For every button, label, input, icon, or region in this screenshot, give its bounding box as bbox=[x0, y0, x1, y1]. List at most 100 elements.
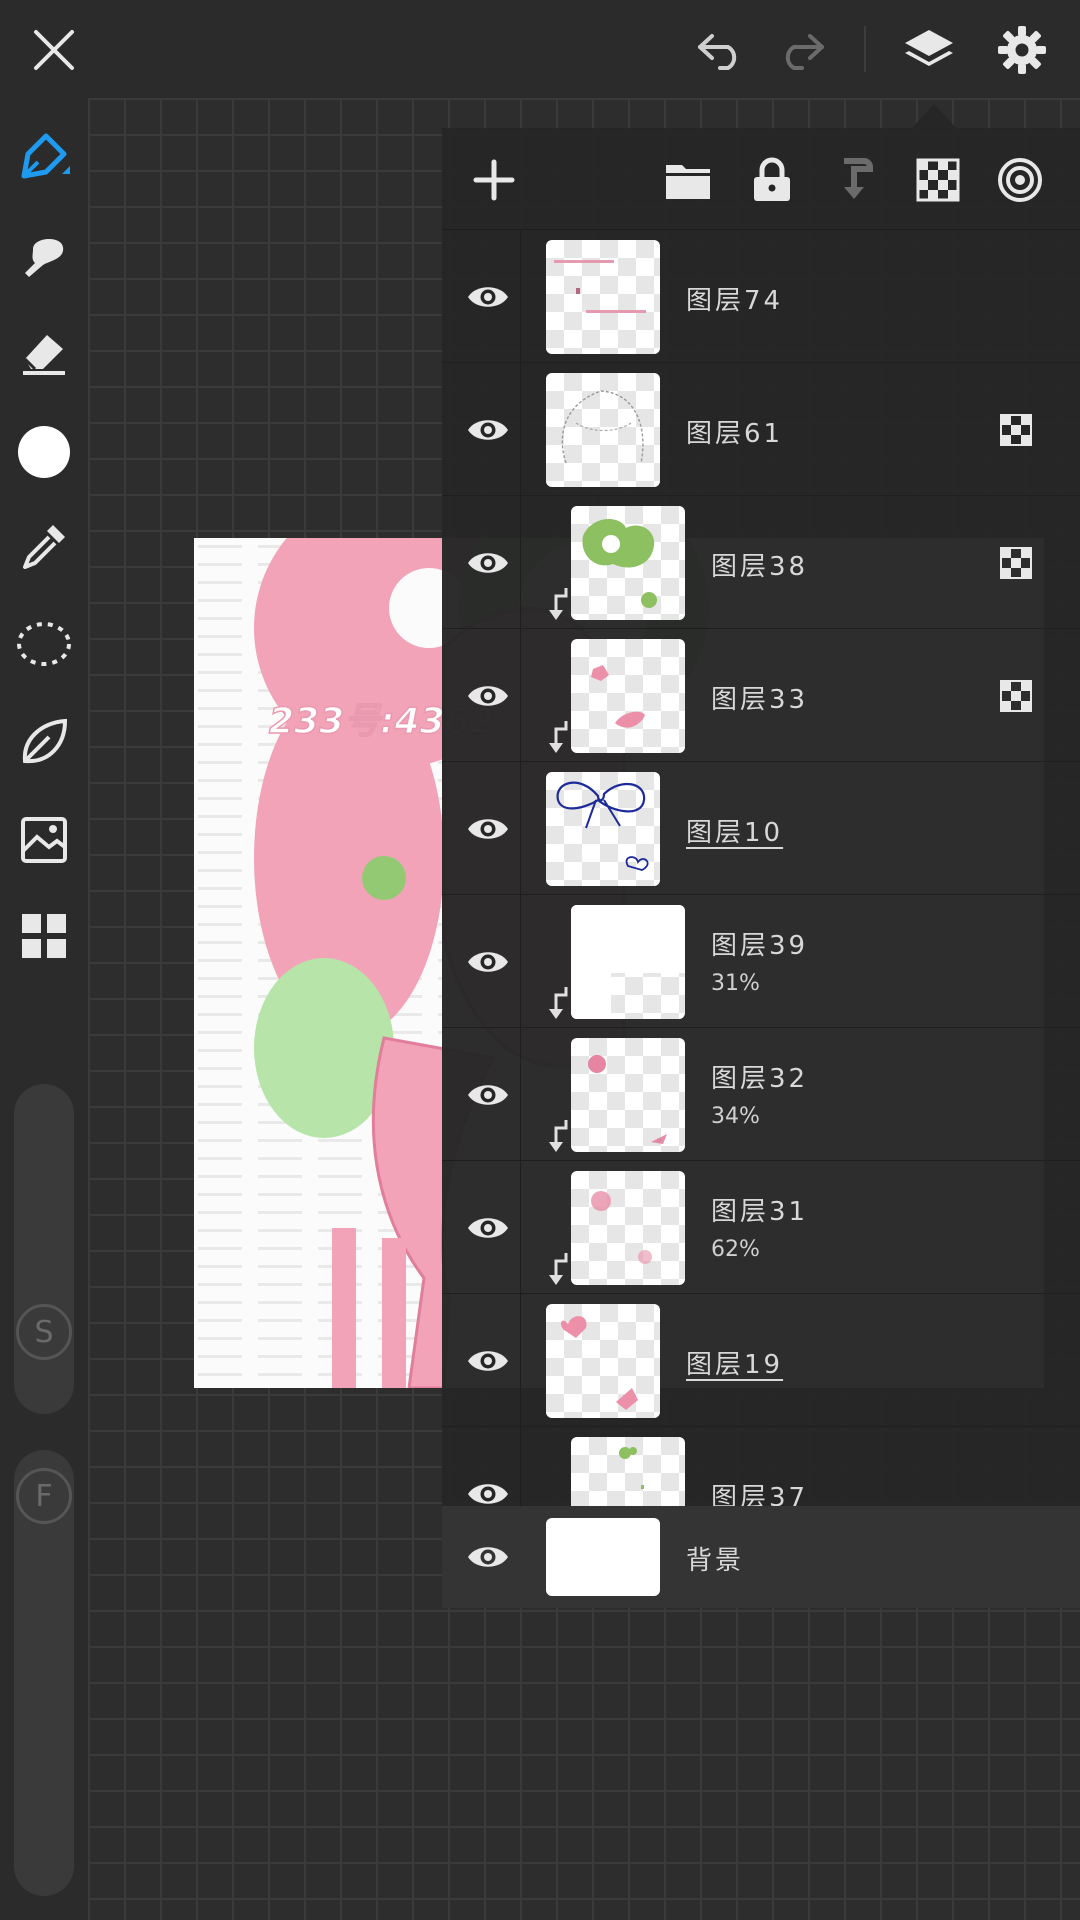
eye-icon[interactable] bbox=[456, 538, 520, 588]
layer-row-divider bbox=[520, 230, 521, 363]
pen-icon bbox=[18, 130, 70, 186]
layer-thumbnail[interactable] bbox=[571, 905, 685, 1019]
app-root: 233号:4362 S F 图层74 图层61 图层38 图层33 图层10 图… bbox=[0, 0, 1080, 1920]
layer-row[interactable]: 图层10 bbox=[442, 762, 1080, 895]
layer-row[interactable]: 图层38 bbox=[442, 496, 1080, 629]
layer-row[interactable]: 图层33 bbox=[442, 629, 1080, 762]
gear-icon[interactable] bbox=[990, 18, 1054, 82]
layer-row[interactable]: 图层37 bbox=[442, 1427, 1080, 1506]
top-bar bbox=[0, 0, 1080, 98]
layer-thumbnail[interactable] bbox=[571, 506, 685, 620]
layer-row[interactable]: 图层32 34% bbox=[442, 1028, 1080, 1161]
eye-icon[interactable] bbox=[456, 671, 520, 721]
color-tool[interactable] bbox=[14, 424, 74, 484]
layer-row-divider bbox=[520, 1427, 521, 1506]
flow-slider-knob[interactable]: F bbox=[16, 1468, 72, 1524]
smudge-icon bbox=[19, 231, 69, 285]
eraser-tool[interactable] bbox=[14, 324, 74, 384]
layer-name: 图层31 bbox=[711, 1197, 809, 1227]
eye-icon[interactable] bbox=[456, 937, 520, 987]
image-import-tool[interactable] bbox=[14, 812, 74, 872]
leaf-tool[interactable] bbox=[14, 714, 74, 774]
layer-thumbnail[interactable] bbox=[546, 772, 660, 886]
eraser-icon bbox=[19, 327, 69, 381]
layer-row[interactable]: 图层31 62% bbox=[442, 1161, 1080, 1294]
layer-list[interactable]: 图层74 图层61 图层38 图层33 图层10 图层39 31% 图层32 34% 图层31 62… bbox=[442, 230, 1080, 1506]
lasso-tool[interactable] bbox=[14, 616, 74, 676]
image-icon bbox=[19, 815, 69, 869]
brush-size-slider[interactable] bbox=[14, 1084, 74, 1414]
clipping-arrow-icon bbox=[544, 586, 574, 626]
layer-thumbnail[interactable] bbox=[571, 1171, 685, 1285]
eye-icon[interactable] bbox=[456, 1203, 520, 1253]
layer-row[interactable]: 图层61 bbox=[442, 363, 1080, 496]
layer-opacity: 31% bbox=[711, 971, 760, 996]
layer-name: 图层61 bbox=[686, 419, 784, 449]
leaf-icon bbox=[19, 717, 69, 771]
layer-thumbnail[interactable] bbox=[546, 373, 660, 487]
eyedropper-icon bbox=[19, 521, 69, 575]
redo-icon[interactable] bbox=[770, 20, 834, 80]
layer-thumbnail[interactable] bbox=[546, 1304, 660, 1418]
layer-row-divider bbox=[520, 1161, 521, 1294]
undo-icon[interactable] bbox=[688, 20, 752, 80]
add-layer-icon[interactable] bbox=[464, 150, 524, 210]
layer-name: 图层10 bbox=[686, 818, 784, 848]
layer-row-divider bbox=[520, 629, 521, 762]
layer-row[interactable]: 图层19 bbox=[442, 1294, 1080, 1427]
clipping-arrow-icon bbox=[544, 719, 574, 759]
layer-thumbnail[interactable] bbox=[546, 240, 660, 354]
layer-opacity: 34% bbox=[711, 1104, 760, 1129]
layer-row[interactable]: 图层39 31% bbox=[442, 895, 1080, 1028]
clipping-arrow-icon bbox=[544, 1251, 574, 1291]
close-icon[interactable] bbox=[24, 20, 84, 80]
layer-row-divider bbox=[520, 895, 521, 1028]
alpha-lock-icon[interactable] bbox=[908, 150, 968, 210]
layer-name: 图层74 bbox=[686, 286, 784, 316]
eye-icon[interactable] bbox=[456, 1469, 520, 1506]
clip-mask-icon[interactable] bbox=[826, 150, 886, 210]
blend-mode-icon[interactable] bbox=[990, 150, 1050, 210]
gallery-tool[interactable] bbox=[14, 908, 74, 968]
lock-icon[interactable] bbox=[742, 150, 802, 210]
layer-row-divider bbox=[520, 1028, 521, 1161]
eye-icon[interactable] bbox=[456, 1336, 520, 1386]
toolbar-separator bbox=[864, 26, 866, 72]
lasso-icon bbox=[16, 619, 72, 673]
layer-thumbnail[interactable] bbox=[571, 639, 685, 753]
layer-name: 图层33 bbox=[711, 685, 809, 715]
layers-icon[interactable] bbox=[896, 18, 962, 82]
layer-row[interactable]: 图层74 bbox=[442, 230, 1080, 363]
background-layer-thumbnail bbox=[546, 1518, 660, 1596]
size-slider-knob[interactable]: S bbox=[16, 1304, 72, 1360]
grid-icon bbox=[20, 912, 68, 964]
layer-thumbnail[interactable] bbox=[571, 1038, 685, 1152]
alpha-lock-indicator-icon[interactable] bbox=[1000, 547, 1032, 579]
eye-icon[interactable] bbox=[456, 1532, 520, 1582]
layer-opacity: 62% bbox=[711, 1237, 760, 1262]
size-slider-label: S bbox=[34, 1314, 54, 1350]
eye-icon[interactable] bbox=[456, 272, 520, 322]
layer-thumbnail[interactable] bbox=[571, 1437, 685, 1506]
eyedropper-tool[interactable] bbox=[14, 518, 74, 578]
eye-icon[interactable] bbox=[456, 1070, 520, 1120]
clipping-arrow-icon bbox=[544, 1118, 574, 1158]
layer-row-divider bbox=[520, 496, 521, 629]
clipping-arrow-icon bbox=[544, 985, 574, 1025]
alpha-lock-indicator-icon[interactable] bbox=[1000, 414, 1032, 446]
folder-icon[interactable] bbox=[658, 150, 718, 210]
layer-name: 图层19 bbox=[686, 1350, 784, 1380]
background-layer-row[interactable]: 背景 bbox=[442, 1506, 1080, 1608]
layer-name: 图层32 bbox=[711, 1064, 809, 1094]
smudge-tool[interactable] bbox=[14, 228, 74, 288]
left-toolbar: S F bbox=[0, 98, 88, 1920]
color-circle-icon bbox=[16, 424, 72, 484]
layer-row-divider bbox=[520, 762, 521, 895]
flow-slider-label: F bbox=[35, 1478, 53, 1514]
layer-name: 图层38 bbox=[711, 552, 809, 582]
eye-icon[interactable] bbox=[456, 405, 520, 455]
eye-icon[interactable] bbox=[456, 804, 520, 854]
pen-tool[interactable] bbox=[14, 128, 74, 188]
alpha-lock-indicator-icon[interactable] bbox=[1000, 680, 1032, 712]
layer-row-divider bbox=[520, 1294, 521, 1427]
